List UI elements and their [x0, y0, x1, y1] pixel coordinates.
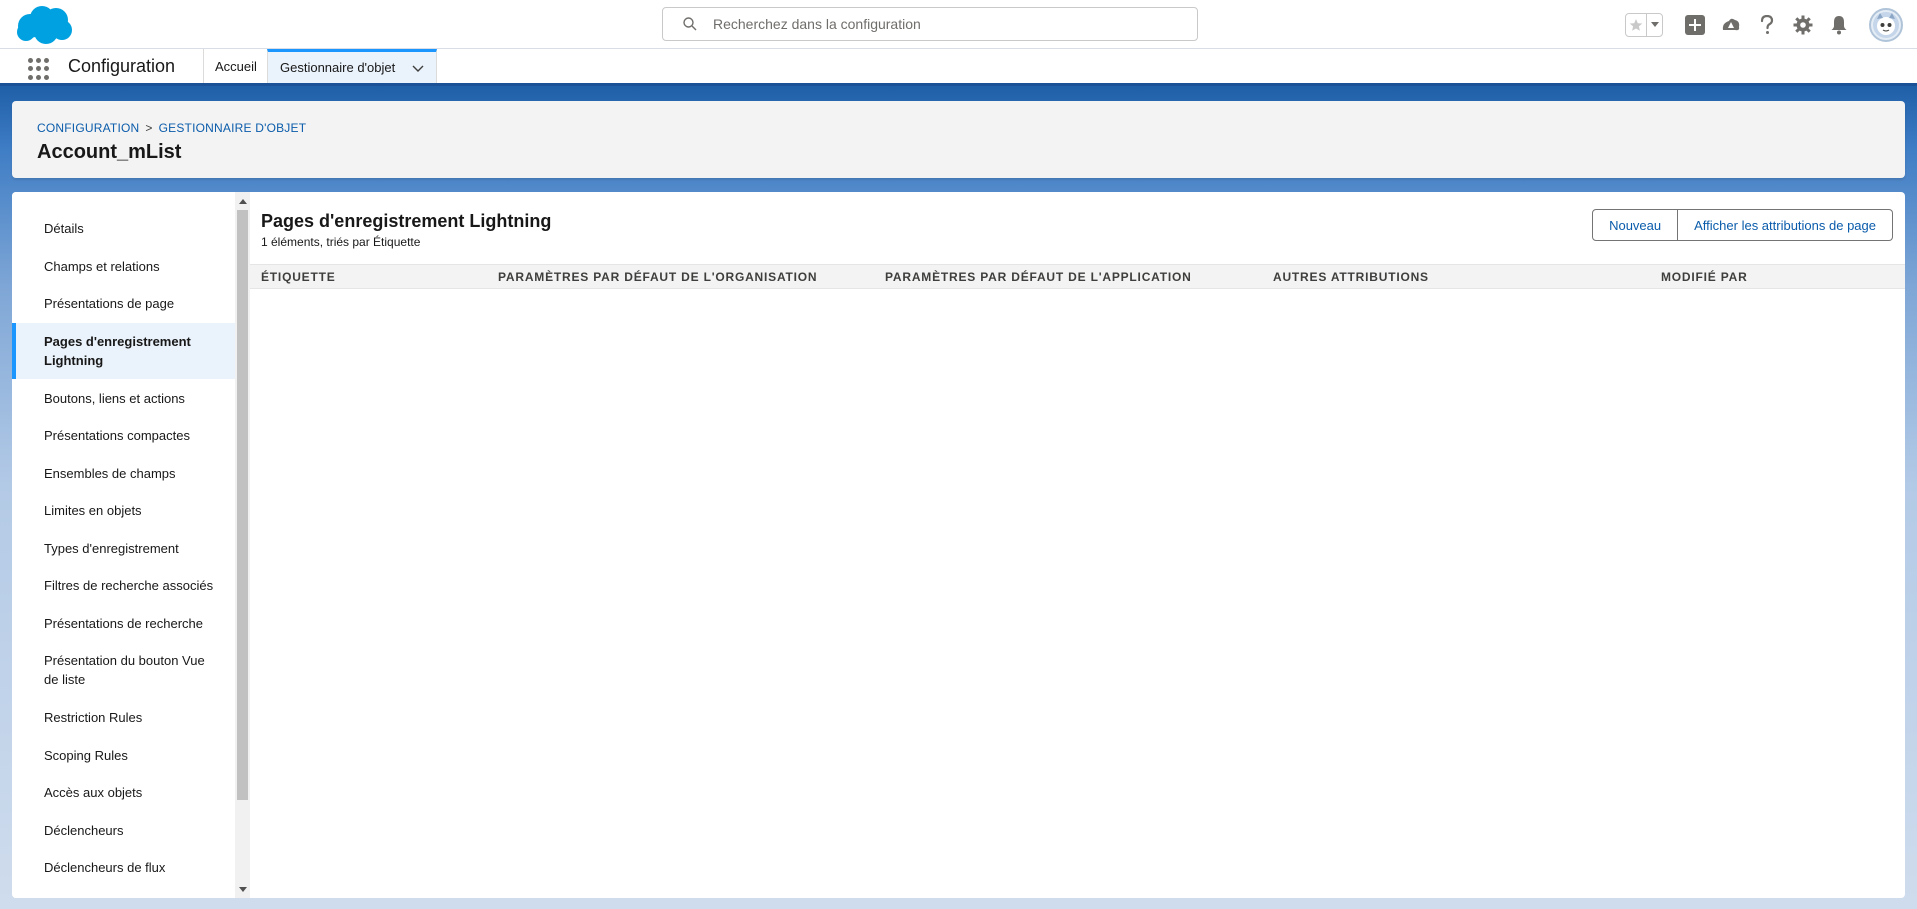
- sidebar-item-fields-relationships[interactable]: Champs et relations: [12, 257, 235, 276]
- chevron-down-icon[interactable]: [412, 62, 424, 74]
- table-header-row: ÉTIQUETTE PARAMÈTRES PAR DÉFAUT DE L'ORG…: [250, 264, 1905, 289]
- global-search-input[interactable]: [713, 16, 1173, 32]
- sidebar-item-compact-layouts[interactable]: Présentations compactes: [12, 426, 235, 445]
- global-actions-plus-icon[interactable]: [1683, 13, 1707, 37]
- column-header-other-assignments[interactable]: AUTRES ATTRIBUTIONS: [1273, 270, 1429, 284]
- sidebar-item-triggers[interactable]: Déclencheurs: [12, 821, 235, 840]
- list-actions-group: Nouveau Afficher les attributions de pag…: [1592, 209, 1893, 241]
- user-avatar[interactable]: [1869, 8, 1903, 42]
- column-header-app-default[interactable]: PARAMÈTRES PAR DÉFAUT DE L'APPLICATION: [885, 270, 1192, 284]
- page-title: Account_mList: [37, 141, 182, 163]
- scroll-up-arrow-icon[interactable]: [235, 194, 250, 208]
- sidebar-item-search-layouts[interactable]: Présentations de recherche: [12, 614, 235, 633]
- notifications-bell-icon[interactable]: [1827, 13, 1851, 37]
- app-launcher-waffle-icon[interactable]: [28, 58, 50, 80]
- new-button[interactable]: Nouveau: [1592, 209, 1679, 241]
- scrollbar-thumb[interactable]: [237, 210, 248, 800]
- trailhead-icon[interactable]: [1719, 13, 1743, 37]
- tab-gestionnaire-objet[interactable]: Gestionnaire d'objet: [267, 49, 437, 83]
- object-sidebar-nav: Détails Champs et relations Présentation…: [12, 192, 235, 898]
- app-name: Configuration: [68, 56, 176, 76]
- breadcrumb-separator: >: [145, 121, 153, 135]
- favorites-star-icon[interactable]: [1626, 14, 1646, 36]
- lightning-pages-list-panel: Pages d'enregistrement Lightning 1 éléme…: [250, 192, 1905, 898]
- sidebar-item-lightning-record-pages[interactable]: Pages d'enregistrement Lightning: [12, 323, 235, 379]
- scroll-down-arrow-icon[interactable]: [235, 882, 250, 896]
- favorites-button-group: [1625, 13, 1663, 37]
- app-navigation-bar: Configuration Accueil Gestionnaire d'obj…: [0, 49, 1917, 86]
- tab-accueil[interactable]: Accueil: [203, 49, 268, 83]
- main-card: Détails Champs et relations Présentation…: [12, 192, 1905, 898]
- sidebar-item-object-limits[interactable]: Limites en objets: [12, 501, 235, 520]
- sidebar-item-buttons-links-actions[interactable]: Boutons, liens et actions: [12, 389, 235, 408]
- sidebar-item-object-access[interactable]: Accès aux objets: [12, 783, 235, 802]
- tab-gestionnaire-objet-label: Gestionnaire d'objet: [280, 60, 396, 75]
- breadcrumb-object-manager-link[interactable]: GESTIONNAIRE D'OBJET: [159, 121, 307, 135]
- sidebar-item-list-view-button-layout[interactable]: Présentation du bouton Vue de liste: [12, 651, 235, 689]
- global-search-box[interactable]: [662, 7, 1198, 41]
- page-header: CONFIGURATION > GESTIONNAIRE D'OBJET Accou…: [12, 101, 1905, 178]
- sidebar-item-field-sets[interactable]: Ensembles de champs: [12, 464, 235, 483]
- sidebar-item-restriction-rules[interactable]: Restriction Rules: [12, 708, 235, 727]
- sidebar-item-related-lookup-filters[interactable]: Filtres de recherche associés: [12, 576, 235, 595]
- sidebar-item-details[interactable]: Détails: [12, 219, 235, 238]
- column-header-label[interactable]: ÉTIQUETTE: [261, 270, 336, 284]
- sidebar-item-page-layouts[interactable]: Présentations de page: [12, 294, 235, 313]
- list-title: Pages d'enregistrement Lightning: [261, 211, 552, 231]
- help-icon[interactable]: [1755, 13, 1779, 37]
- view-page-assignments-button[interactable]: Afficher les attributions de page: [1678, 209, 1893, 241]
- sidebar-item-record-types[interactable]: Types d'enregistrement: [12, 539, 235, 558]
- sidebar-item-scoping-rules[interactable]: Scoping Rules: [12, 746, 235, 765]
- column-header-modified-by[interactable]: MODIFIÉ PAR: [1661, 270, 1748, 284]
- sidebar-item-flow-triggers[interactable]: Déclencheurs de flux: [12, 858, 235, 877]
- favorites-dropdown-icon[interactable]: [1646, 14, 1662, 36]
- breadcrumb-configuration-link[interactable]: CONFIGURATION: [37, 121, 139, 135]
- header-utility-icons: [1625, 8, 1903, 42]
- setup-gear-icon[interactable]: [1791, 13, 1815, 37]
- search-icon: [683, 17, 697, 31]
- list-item-count: 1 éléments, triés par Étiquette: [261, 235, 421, 249]
- column-header-org-default[interactable]: PARAMÈTRES PAR DÉFAUT DE L'ORGANISATION: [498, 270, 817, 284]
- salesforce-cloud-logo[interactable]: [14, 4, 74, 46]
- sidebar-scrollbar[interactable]: [235, 192, 250, 898]
- global-header: [0, 0, 1917, 49]
- breadcrumb: CONFIGURATION > GESTIONNAIRE D'OBJET: [37, 121, 306, 135]
